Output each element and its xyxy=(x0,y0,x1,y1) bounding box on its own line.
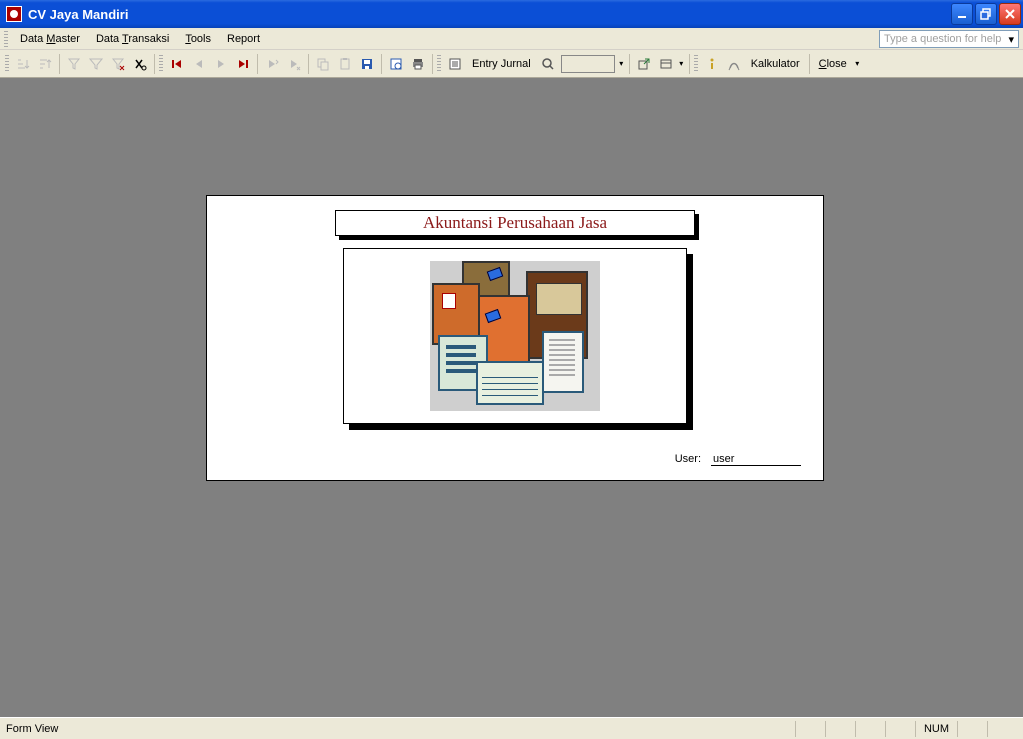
sort-asc-icon[interactable] xyxy=(12,53,34,75)
help-placeholder: Type a question for help xyxy=(884,33,1001,45)
find-icon[interactable] xyxy=(129,53,151,75)
menu-report[interactable]: Report xyxy=(219,31,268,47)
toolbar-grip-1[interactable] xyxy=(5,55,9,73)
save-icon[interactable] xyxy=(356,53,378,75)
menu-bar: Data Master Data Transaksi Tools Report … xyxy=(0,28,1023,50)
tools-dropdown-icon[interactable]: ▾ xyxy=(677,53,686,75)
menu-tools[interactable]: Tools xyxy=(177,31,219,47)
tools-icon[interactable] xyxy=(655,53,677,75)
status-num: NUM xyxy=(915,721,957,737)
search-dropdown-icon[interactable]: ▾ xyxy=(617,53,626,75)
info-icon[interactable] xyxy=(701,53,723,75)
status-cell-4 xyxy=(885,721,915,737)
mdi-workspace: Akuntansi Perusahaan Jasa User: user xyxy=(0,78,1023,717)
filter-selection-icon[interactable] xyxy=(63,53,85,75)
print-icon[interactable] xyxy=(407,53,429,75)
illustration-icon xyxy=(430,261,600,411)
export-icon[interactable] xyxy=(633,53,655,75)
sort-desc-icon[interactable] xyxy=(34,53,56,75)
close-button[interactable]: Close xyxy=(813,53,853,75)
help-search-box[interactable]: Type a question for help ▾ xyxy=(879,30,1019,48)
window-title: CV Jaya Mandiri xyxy=(28,7,951,22)
status-cell-2 xyxy=(825,721,855,737)
delete-record-icon[interactable] xyxy=(283,53,305,75)
copy-icon[interactable] xyxy=(312,53,334,75)
status-bar: Form View NUM xyxy=(0,717,1023,739)
close-window-button[interactable] xyxy=(999,3,1021,25)
status-mode: Form View xyxy=(6,723,58,735)
menu-data-master[interactable]: Data Master xyxy=(12,31,88,47)
prev-record-icon[interactable] xyxy=(188,53,210,75)
toolbar-grip-3[interactable] xyxy=(437,55,441,73)
toolbar: Entry Jurnal ▾ ▾ Kalkulator Close ▾ xyxy=(0,50,1023,78)
menu-grip[interactable] xyxy=(4,31,8,47)
form-title: Akuntansi Perusahaan Jasa xyxy=(335,210,695,236)
search-icon[interactable] xyxy=(537,53,559,75)
preview-icon[interactable] xyxy=(385,53,407,75)
menu-data-transaksi[interactable]: Data Transaksi xyxy=(88,31,177,47)
first-record-icon[interactable] xyxy=(166,53,188,75)
kalkulator-button[interactable]: Kalkulator xyxy=(745,53,806,75)
help-dropdown-icon: ▾ xyxy=(1008,33,1014,46)
filter-form-icon[interactable] xyxy=(85,53,107,75)
remove-filter-icon[interactable] xyxy=(107,53,129,75)
restore-button[interactable] xyxy=(975,3,997,25)
status-cell-6 xyxy=(957,721,987,737)
next-record-icon[interactable] xyxy=(210,53,232,75)
minimize-button[interactable] xyxy=(951,3,973,25)
window-titlebar: CV Jaya Mandiri xyxy=(0,0,1023,28)
status-cell-1 xyxy=(795,721,825,737)
search-input[interactable] xyxy=(561,55,615,73)
user-value: user xyxy=(711,453,801,466)
status-cell-7 xyxy=(987,721,1017,737)
entry-jurnal-icon[interactable] xyxy=(444,53,466,75)
toolbar-grip-2[interactable] xyxy=(159,55,163,73)
user-label: User: xyxy=(675,453,701,465)
new-record-icon[interactable] xyxy=(261,53,283,75)
paste-icon[interactable] xyxy=(334,53,356,75)
kalkulator-icon[interactable] xyxy=(723,53,745,75)
toolbar-grip-4[interactable] xyxy=(694,55,698,73)
close-dropdown-icon[interactable]: ▾ xyxy=(853,53,862,75)
app-icon xyxy=(6,6,22,22)
status-cell-3 xyxy=(855,721,885,737)
main-form: Akuntansi Perusahaan Jasa User: user xyxy=(206,195,824,481)
illustration-frame xyxy=(343,248,687,424)
last-record-icon[interactable] xyxy=(232,53,254,75)
entry-jurnal-button[interactable]: Entry Jurnal xyxy=(466,53,537,75)
